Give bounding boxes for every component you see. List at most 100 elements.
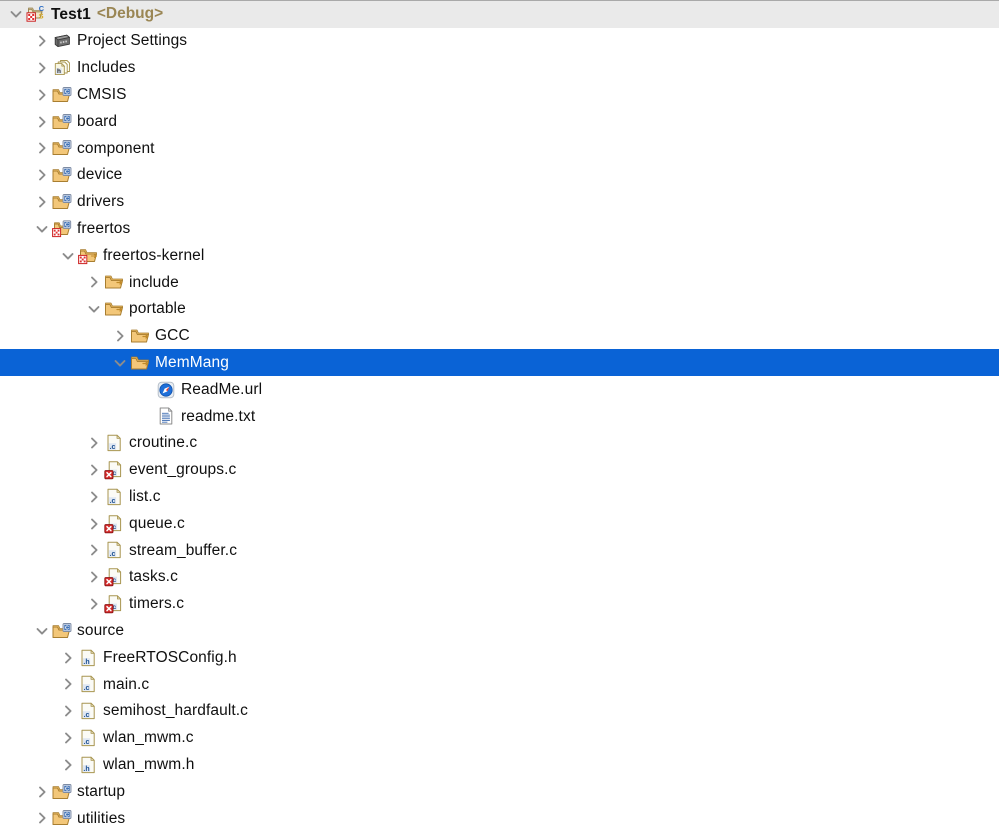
chevron-right-icon[interactable] bbox=[58, 648, 78, 668]
tree-row-label: device bbox=[77, 167, 122, 183]
tree-row-label: Test1 bbox=[51, 7, 91, 23]
tree-row-label: wlan_mwm.c bbox=[103, 730, 194, 746]
chevron-right-icon[interactable] bbox=[32, 192, 52, 212]
folder-icon bbox=[104, 299, 124, 319]
folder-icon bbox=[130, 353, 150, 373]
c-file-icon: .c bbox=[78, 728, 98, 748]
c-file-error-icon: .c bbox=[104, 594, 124, 614]
tree-row-label: freertos-kernel bbox=[103, 248, 204, 264]
chevron-right-icon[interactable] bbox=[84, 487, 104, 507]
tree-row-label: Project Settings bbox=[77, 33, 187, 49]
chevron-right-icon[interactable] bbox=[58, 728, 78, 748]
tree-row-startup[interactable]: Cstartup bbox=[0, 778, 999, 805]
chevron-right-icon[interactable] bbox=[32, 165, 52, 185]
tree-row-memmang[interactable]: MemMang bbox=[0, 349, 999, 376]
tree-row-test1[interactable]: CSTest1<Debug> bbox=[0, 1, 999, 28]
chevron-right-icon[interactable] bbox=[32, 138, 52, 158]
chevron-down-icon[interactable] bbox=[32, 621, 52, 641]
chevron-right-icon[interactable] bbox=[32, 112, 52, 132]
chevron-right-icon[interactable] bbox=[32, 85, 52, 105]
tree-row-label: component bbox=[77, 141, 155, 157]
folder-c-icon: C bbox=[52, 782, 72, 802]
tree-row-label: list.c bbox=[129, 489, 161, 505]
tree-row-croutine-c[interactable]: .c croutine.c bbox=[0, 430, 999, 457]
svg-text:C: C bbox=[65, 89, 69, 95]
chevron-right-icon[interactable] bbox=[32, 58, 52, 78]
tree-row-label: MemMang bbox=[155, 355, 229, 371]
chevron-right-icon[interactable] bbox=[58, 701, 78, 721]
folder-icon bbox=[104, 272, 124, 292]
tree-row-include[interactable]: include bbox=[0, 269, 999, 296]
chevron-right-icon[interactable] bbox=[84, 514, 104, 534]
c-file-icon: .c bbox=[104, 433, 124, 453]
tree-row-device[interactable]: Cdevice bbox=[0, 162, 999, 189]
tree-row-project-settings[interactable]: Project Settings bbox=[0, 28, 999, 55]
url-icon bbox=[156, 380, 176, 400]
folder-c-icon: C bbox=[52, 138, 72, 158]
h-file-icon: .h bbox=[78, 755, 98, 775]
tree-row-label: croutine.c bbox=[129, 435, 197, 451]
tree-row-utilities[interactable]: Cutilities bbox=[0, 805, 999, 832]
tree-row-wlan-mwm-c[interactable]: .c wlan_mwm.c bbox=[0, 725, 999, 752]
tree-row-event-groups-c[interactable]: .cevent_groups.c bbox=[0, 457, 999, 484]
tree-row-component[interactable]: Ccomponent bbox=[0, 135, 999, 162]
chevron-right-icon[interactable] bbox=[32, 31, 52, 51]
chevron-down-icon[interactable] bbox=[84, 299, 104, 319]
twisty-placeholder bbox=[136, 380, 156, 400]
tree-row-portable[interactable]: portable bbox=[0, 296, 999, 323]
tree-row-label: event_groups.c bbox=[129, 462, 236, 478]
tree-row-drivers[interactable]: Cdrivers bbox=[0, 189, 999, 216]
chevron-right-icon[interactable] bbox=[84, 460, 104, 480]
tree-row-label: board bbox=[77, 114, 117, 130]
tree-row-semihost-hardfault-c[interactable]: .csemihost_hardfault.c bbox=[0, 698, 999, 725]
tree-row-queue-c[interactable]: .cqueue.c bbox=[0, 510, 999, 537]
tree-row-readme-url[interactable]: ReadMe.url bbox=[0, 376, 999, 403]
chevron-right-icon[interactable] bbox=[84, 540, 104, 560]
tree-row-gcc[interactable]: GCC bbox=[0, 323, 999, 350]
svg-text:C: C bbox=[39, 4, 45, 13]
tree-row-label: drivers bbox=[77, 194, 124, 210]
chevron-right-icon[interactable] bbox=[110, 326, 130, 346]
tree-row-tasks-c[interactable]: .c tasks.c bbox=[0, 564, 999, 591]
chevron-right-icon[interactable] bbox=[84, 433, 104, 453]
tree-row-board[interactable]: Cboard bbox=[0, 108, 999, 135]
chevron-right-icon[interactable] bbox=[84, 594, 104, 614]
tree-row-wlan-mwm-h[interactable]: .hwlan_mwm.h bbox=[0, 751, 999, 778]
svg-text:C: C bbox=[65, 143, 69, 149]
chevron-right-icon[interactable] bbox=[58, 755, 78, 775]
tree-row-includes[interactable]: hIncludes bbox=[0, 55, 999, 82]
chevron-right-icon[interactable] bbox=[32, 782, 52, 802]
svg-text:.h: .h bbox=[83, 658, 89, 665]
tree-row-freertos[interactable]: Cfreertos bbox=[0, 215, 999, 242]
tree-row-label: tasks.c bbox=[129, 569, 178, 585]
chevron-down-icon[interactable] bbox=[6, 4, 26, 24]
chevron-right-icon[interactable] bbox=[58, 674, 78, 694]
project-explorer-tree[interactable]: CSTest1<Debug>Project SettingshIncludesC… bbox=[0, 0, 999, 830]
chevron-down-icon[interactable] bbox=[58, 246, 78, 266]
chevron-down-icon[interactable] bbox=[110, 353, 130, 373]
svg-text:C: C bbox=[65, 813, 69, 819]
chevron-down-icon[interactable] bbox=[32, 219, 52, 239]
svg-text:C: C bbox=[65, 116, 69, 122]
c-file-error-icon: .c bbox=[104, 567, 124, 587]
svg-text:.c: .c bbox=[110, 444, 116, 451]
tree-row-stream-buffer-c[interactable]: .cstream_buffer.c bbox=[0, 537, 999, 564]
tree-row-main-c[interactable]: .cmain.c bbox=[0, 671, 999, 698]
tree-row-cmsis[interactable]: CCMSIS bbox=[0, 81, 999, 108]
twisty-placeholder bbox=[136, 406, 156, 426]
folder-c-icon: C bbox=[52, 112, 72, 132]
h-file-icon: .h bbox=[78, 648, 98, 668]
tree-row-freertos-kernel[interactable]: freertos-kernel bbox=[0, 242, 999, 269]
tree-row-timers-c[interactable]: .ctimers.c bbox=[0, 591, 999, 618]
svg-text:C: C bbox=[65, 222, 69, 228]
tree-row-source[interactable]: Csource bbox=[0, 617, 999, 644]
project-settings-icon bbox=[52, 31, 72, 51]
chevron-right-icon[interactable] bbox=[84, 567, 104, 587]
tree-row-readme-txt[interactable]: readme.txt bbox=[0, 403, 999, 430]
tree-row-list-c[interactable]: .clist.c bbox=[0, 483, 999, 510]
folder-c-icon: C bbox=[52, 85, 72, 105]
tree-row-freertosconfig-h[interactable]: .hFreeRTOSConfig.h bbox=[0, 644, 999, 671]
tree-row-label: readme.txt bbox=[181, 409, 255, 425]
chevron-right-icon[interactable] bbox=[32, 808, 52, 828]
chevron-right-icon[interactable] bbox=[84, 272, 104, 292]
